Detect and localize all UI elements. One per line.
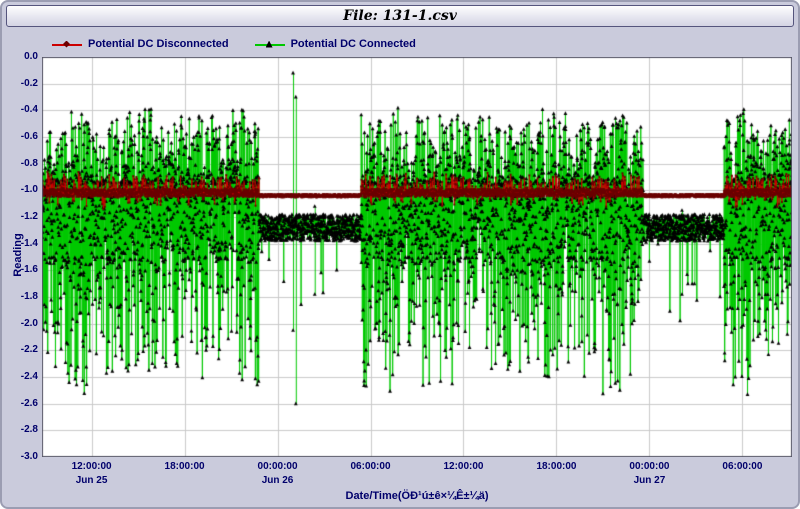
y-tick-label: -2.2 bbox=[4, 344, 38, 356]
y-tick-label: 0.0 bbox=[4, 51, 38, 63]
y-tick-label: -1.4 bbox=[4, 238, 38, 250]
x-tick-time-label: 06:00:00 bbox=[722, 461, 762, 472]
plot-canvas[interactable] bbox=[42, 57, 792, 457]
x-axis-title: Date/Time(ÖÐ¹ú±ê×¼Ê±¼ä) bbox=[42, 490, 792, 502]
y-tick-label: -1.8 bbox=[4, 291, 38, 303]
y-tick-label: -3.0 bbox=[4, 451, 38, 463]
y-tick-label: -0.4 bbox=[4, 104, 38, 116]
y-tick-label: -1.0 bbox=[4, 184, 38, 196]
x-tick-time-label: 12:00:00 bbox=[72, 461, 112, 472]
chart-legend: Potential DC Disconnected Potential DC C… bbox=[52, 38, 416, 50]
window-titlebar: File: 131-1.csv bbox=[6, 5, 794, 27]
y-tick-label: -0.8 bbox=[4, 158, 38, 170]
x-tick-time-label: 12:00:00 bbox=[443, 461, 483, 472]
legend-label-connected: Potential DC Connected bbox=[291, 38, 416, 50]
x-tick-date-label: Jun 27 bbox=[634, 475, 666, 486]
y-tick-label: -1.6 bbox=[4, 264, 38, 276]
window-title: File: 131-1.csv bbox=[343, 8, 457, 24]
x-tick-time-label: 00:00:00 bbox=[629, 461, 669, 472]
y-tick-label: -1.2 bbox=[4, 211, 38, 223]
x-tick-time-label: 06:00:00 bbox=[350, 461, 390, 472]
x-tick-time-label: 00:00:00 bbox=[258, 461, 298, 472]
legend-marker-connected-icon bbox=[255, 40, 285, 49]
app-window: File: 131-1.csv Potential DC Disconnecte… bbox=[0, 0, 800, 509]
legend-item-disconnected[interactable]: Potential DC Disconnected bbox=[52, 38, 229, 50]
x-tick-date-label: Jun 26 bbox=[262, 475, 294, 486]
y-tick-label: -2.8 bbox=[4, 424, 38, 436]
y-tick-label: -2.4 bbox=[4, 371, 38, 383]
y-tick-label: -0.6 bbox=[4, 131, 38, 143]
y-tick-label: -2.0 bbox=[4, 318, 38, 330]
x-tick-time-label: 18:00:00 bbox=[165, 461, 205, 472]
legend-label-disconnected: Potential DC Disconnected bbox=[88, 38, 229, 50]
legend-item-connected[interactable]: Potential DC Connected bbox=[255, 38, 416, 50]
x-tick-date-label: Jun 25 bbox=[76, 475, 108, 486]
y-tick-label: -2.6 bbox=[4, 398, 38, 410]
legend-marker-disconnected-icon bbox=[52, 40, 82, 49]
y-tick-label: -0.2 bbox=[4, 78, 38, 90]
x-tick-time-label: 18:00:00 bbox=[536, 461, 576, 472]
